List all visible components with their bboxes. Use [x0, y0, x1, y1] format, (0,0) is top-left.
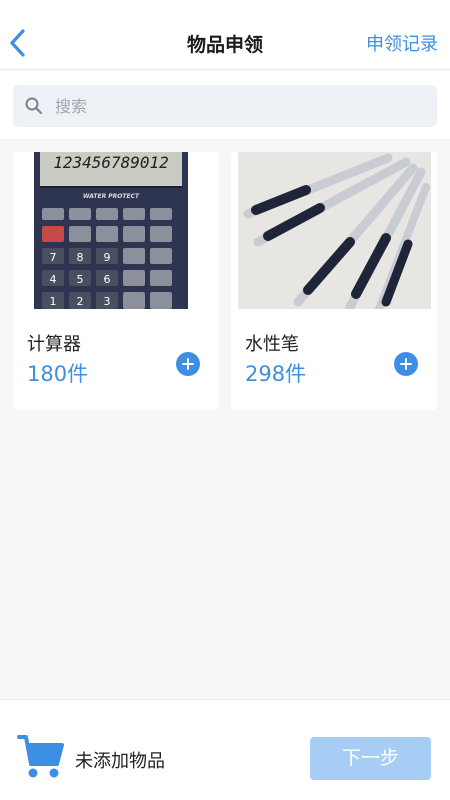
item-card-gel-pens[interactable]: 水性笔 298件 — [231, 152, 437, 410]
item-name: 计算器 — [27, 334, 81, 355]
search-icon — [25, 97, 43, 115]
svg-text:8: 8 — [77, 251, 84, 264]
svg-text:WATER PROTECT: WATER PROTECT — [83, 193, 140, 200]
svg-text:6: 6 — [104, 273, 111, 286]
svg-text:3: 3 — [104, 295, 111, 308]
item-quantity: 298件 — [245, 362, 307, 386]
svg-text:4: 4 — [50, 273, 57, 286]
svg-text:7: 7 — [50, 251, 57, 264]
nav-bar: 物品申领 申领记录 — [0, 0, 450, 70]
gel-pens-image — [238, 152, 431, 309]
svg-text:5: 5 — [77, 273, 84, 286]
shopping-cart-icon[interactable] — [16, 733, 64, 781]
svg-text:2: 2 — [77, 295, 84, 308]
search-bar — [0, 71, 450, 139]
search-box[interactable] — [13, 85, 437, 127]
request-records-link[interactable]: 申领记录 — [366, 30, 438, 56]
bottom-bar: 未添加物品 下一步 — [0, 699, 450, 800]
svg-text:9: 9 — [104, 251, 111, 264]
svg-text:123456789012: 123456789012 — [53, 153, 169, 172]
add-gel-pens-button[interactable] — [394, 352, 418, 376]
item-name: 水性笔 — [245, 334, 299, 355]
next-step-button[interactable]: 下一步 — [310, 737, 431, 780]
cart-status: 未添加物品 — [75, 751, 165, 772]
svg-text:1: 1 — [50, 295, 57, 308]
add-calculator-button[interactable] — [176, 352, 200, 376]
search-input[interactable] — [55, 85, 425, 127]
item-quantity: 180件 — [27, 362, 89, 386]
item-card-calculator[interactable]: 123456789012 WATER PROTECT 7 8 9 4 5 6 1… — [13, 152, 219, 410]
calculator-image: 123456789012 WATER PROTECT 7 8 9 4 5 6 1… — [26, 152, 206, 309]
